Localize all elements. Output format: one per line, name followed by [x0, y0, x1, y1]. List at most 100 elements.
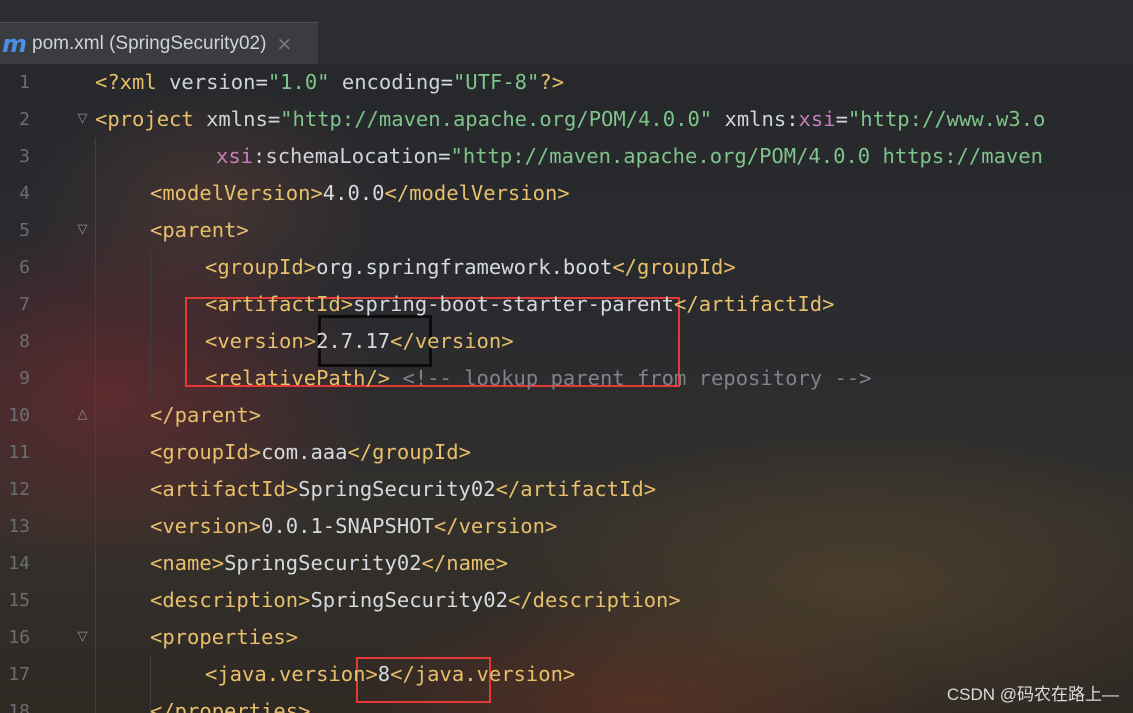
- code-line[interactable]: 6 <groupId>org.springframework.boot</grou…: [0, 249, 1133, 286]
- fold-open-icon[interactable]: ▽: [76, 629, 89, 644]
- code-line[interactable]: 8 <version>2.7.17</version>: [0, 323, 1133, 360]
- code-token: "UTF-8": [452, 70, 540, 94]
- code-line[interactable]: 13 <version>0.0.1-SNAPSHOT</version>: [0, 508, 1133, 545]
- code-token: </version>: [390, 329, 514, 353]
- code-line[interactable]: 1 <?xml version="1.0" encoding="UTF-8"?>: [0, 64, 1133, 101]
- code-token: 0.0.1-SNAPSHOT: [261, 514, 434, 538]
- code-text: <description>SpringSecurity02</descripti…: [150, 582, 681, 619]
- code-token: =: [440, 70, 453, 94]
- code-text: <name>SpringSecurity02</name>: [150, 545, 508, 582]
- code-line[interactable]: 16 ▽ <properties>: [0, 619, 1133, 656]
- code-token: SpringSecurity02: [310, 588, 508, 612]
- code-token: xmlns: [712, 107, 787, 131]
- code-line[interactable]: 14 <name>SpringSecurity02</name>: [0, 545, 1133, 582]
- code-token: :schemaLocation: [253, 144, 439, 168]
- code-line[interactable]: 9 <relativePath/> <!-- lookup parent from…: [0, 360, 1133, 397]
- line-number: 10: [8, 405, 30, 426]
- line-number: 15: [8, 590, 30, 611]
- code-line[interactable]: 5 ▽ <parent>: [0, 212, 1133, 249]
- code-text: </parent>: [150, 397, 261, 434]
- code-token: <description>: [150, 588, 311, 612]
- code-token: "http://www.w3.o: [847, 107, 1046, 131]
- code-token: SpringSecurity02: [224, 551, 422, 575]
- code-token: </artifactId>: [674, 292, 835, 316]
- code-token: SpringSecurity02: [298, 477, 496, 501]
- code-text: </properties>: [150, 693, 310, 713]
- fold-open-icon[interactable]: ▽: [76, 111, 89, 126]
- code-token: <version>: [205, 329, 317, 353]
- code-editor[interactable]: 1 <?xml version="1.0" encoding="UTF-8"?> 2…: [0, 64, 1133, 713]
- tab-title: pom.xml (SpringSecurity02): [32, 32, 267, 54]
- close-icon[interactable]: ×: [276, 33, 292, 55]
- code-token: :: [786, 107, 799, 131]
- code-token: </modelVersion>: [384, 181, 570, 205]
- code-text: <java.version>8</java.version>: [205, 656, 575, 693]
- code-token: </artifactId>: [495, 477, 657, 501]
- fold-open-icon[interactable]: ▽: [76, 222, 89, 237]
- code-text: <relativePath/> <!-- lookup parent from …: [205, 360, 871, 397]
- code-token: 2.7.17: [316, 329, 391, 353]
- code-line[interactable]: 7 <artifactId>spring-boot-starter-parent<…: [0, 286, 1133, 323]
- code-token: 8: [377, 662, 391, 686]
- watermark: CSDN @码农在路上—: [946, 685, 1119, 704]
- line-number: 12: [8, 479, 30, 500]
- code-token: xsi: [798, 107, 836, 131]
- line-number: 1: [19, 72, 30, 93]
- code-token: spring-boot-starter-parent: [353, 292, 675, 316]
- code-token: <artifactId>: [150, 477, 299, 501]
- code-token: ?>: [539, 70, 565, 94]
- tab-pom-xml[interactable]: m pom.xml (SpringSecurity02) ×: [0, 22, 318, 64]
- code-token: <modelVersion>: [150, 181, 323, 205]
- line-number: 14: [8, 553, 30, 574]
- code-token: <version>: [150, 514, 262, 538]
- code-line[interactable]: 2 ▽ <project xmlns="http://maven.apache.or…: [0, 101, 1133, 138]
- code-line[interactable]: 15 <description>SpringSecurity02</descrip…: [0, 582, 1133, 619]
- code-text: <modelVersion>4.0.0</modelVersion>: [150, 175, 570, 212]
- line-number: 16: [8, 627, 30, 648]
- code-text: xsi:schemaLocation="http://maven.apache.…: [216, 138, 1043, 175]
- code-token: "http://maven.apache.org/POM/4.0.0 https…: [450, 144, 1043, 168]
- code-token: =: [255, 70, 268, 94]
- code-token: =: [835, 107, 848, 131]
- code-line[interactable]: 12 <artifactId>SpringSecurity02</artifact…: [0, 471, 1133, 508]
- code-token: =: [438, 144, 451, 168]
- code-token: <groupId>: [150, 440, 262, 464]
- line-number: 3: [19, 146, 30, 167]
- fold-close-icon[interactable]: △: [76, 407, 89, 422]
- code-token: <groupId>: [205, 255, 317, 279]
- code-text: <groupId>org.springframework.boot</group…: [205, 249, 736, 286]
- code-text: <version>2.7.17</version>: [205, 323, 514, 360]
- code-text: <artifactId>SpringSecurity02</artifactId…: [150, 471, 656, 508]
- code-line[interactable]: 4 <modelVersion>4.0.0</modelVersion>: [0, 175, 1133, 212]
- code-token: </description>: [507, 588, 681, 612]
- code-token: xsi: [216, 144, 254, 168]
- code-token: </name>: [421, 551, 508, 575]
- line-number: 18: [8, 701, 30, 713]
- code-line[interactable]: 11 <groupId>com.aaa</groupId>: [0, 434, 1133, 471]
- code-line[interactable]: 3 xsi:schemaLocation="http://maven.apache…: [0, 138, 1133, 175]
- code-text: <?xml version="1.0" encoding="UTF-8"?>: [95, 64, 564, 101]
- code-token: <artifactId>: [205, 292, 354, 316]
- line-number: 2: [19, 109, 30, 130]
- code-line[interactable]: 10 △ </parent>: [0, 397, 1133, 434]
- code-text: <artifactId>spring-boot-starter-parent</…: [205, 286, 834, 323]
- line-number: 11: [8, 442, 30, 463]
- code-token: <properties>: [150, 625, 299, 649]
- code-token: <?xml: [95, 70, 170, 94]
- code-text: <groupId>com.aaa</groupId>: [150, 434, 471, 471]
- line-number: 13: [8, 516, 30, 537]
- code-token: <relativePath/>: [205, 366, 391, 390]
- code-token: </version>: [433, 514, 558, 538]
- line-number: 8: [19, 331, 30, 352]
- code-token: <project: [95, 107, 207, 131]
- line-number: 5: [19, 220, 30, 241]
- code-token: org.springframework.boot: [316, 255, 613, 279]
- code-token: version: [169, 70, 256, 94]
- code-text: <project xmlns="http://maven.apache.org/…: [95, 101, 1045, 138]
- code-token: </parent>: [150, 403, 262, 427]
- code-token: <!-- lookup parent from repository -->: [390, 366, 872, 390]
- code-token: xmlns: [206, 107, 268, 131]
- line-number: 7: [19, 294, 30, 315]
- maven-m-icon: m: [2, 29, 28, 58]
- editor-tab-bar: m pom.xml (SpringSecurity02) ×: [0, 0, 1133, 64]
